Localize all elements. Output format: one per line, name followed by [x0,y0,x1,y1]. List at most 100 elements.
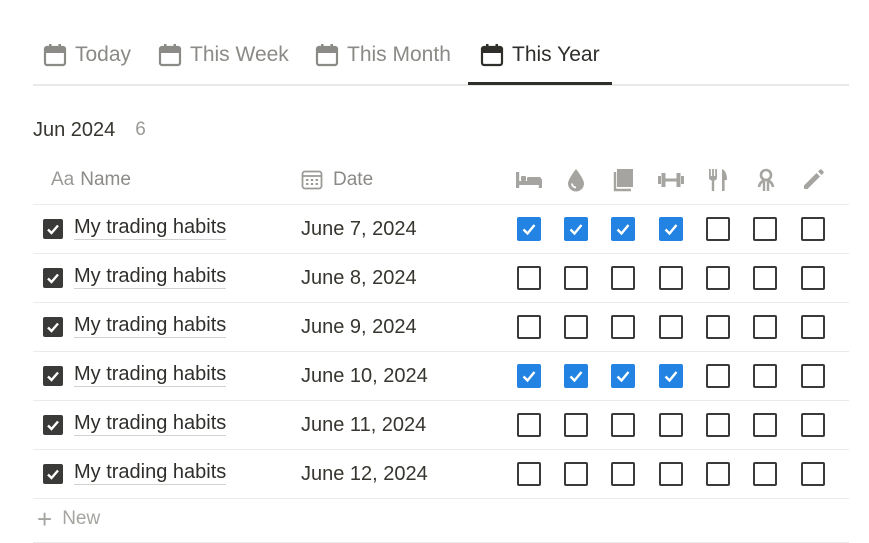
habit-checkbox-book[interactable] [611,413,635,437]
habit-checkbox-bed[interactable] [517,364,541,388]
tab-label: This Year [512,43,600,66]
table-row[interactable]: My trading habits June 11, 2024 [33,401,849,450]
habit-checkbox-pencil[interactable] [801,266,825,290]
habit-checkbox-meditation[interactable] [753,413,777,437]
habit-checkbox-dumbbell[interactable] [659,462,683,486]
meditation-icon[interactable] [753,168,779,192]
habit-checkbox-water-drop[interactable] [564,364,588,388]
column-header-name[interactable]: Aa Name [51,156,131,204]
calendar-icon [158,43,182,67]
row-date: June 10, 2024 [301,365,428,387]
habit-checkbox-book[interactable] [611,266,635,290]
habit-checkbox-meditation[interactable] [753,315,777,339]
tab-this-month[interactable]: This Month [315,28,451,82]
habit-checkbox-pencil[interactable] [801,315,825,339]
tab-label: Today [75,43,132,66]
calendar-icon [315,43,339,67]
page-checkbox-icon [43,366,63,386]
row-name-link[interactable]: My trading habits [74,313,227,338]
habit-checkbox-water-drop[interactable] [564,462,588,486]
text-property-icon: Aa [51,169,75,190]
habit-checkbox-dumbbell[interactable] [659,364,683,388]
table-row[interactable]: My trading habits June 9, 2024 [33,303,849,352]
plus-icon: + [37,504,53,534]
habit-checkbox-fork-knife[interactable] [706,462,730,486]
habit-checkbox-pencil[interactable] [801,364,825,388]
table-row[interactable]: My trading habits June 10, 2024 [33,352,849,401]
habit-checkbox-fork-knife[interactable] [706,217,730,241]
habit-checkbox-fork-knife[interactable] [706,315,730,339]
habit-checkbox-pencil[interactable] [801,462,825,486]
habit-checkbox-dumbbell[interactable] [659,413,683,437]
page-checkbox-icon [43,219,63,239]
tab-label: This Month [347,43,451,66]
row-name-link[interactable]: My trading habits [74,215,227,240]
habit-checkbox-meditation[interactable] [753,364,777,388]
row-date: June 9, 2024 [301,316,417,338]
row-date: June 7, 2024 [301,218,417,240]
table-header: Aa Name Date [33,156,849,205]
habit-checkbox-book[interactable] [611,217,635,241]
row-date: June 12, 2024 [301,463,428,485]
habit-checkbox-dumbbell[interactable] [659,266,683,290]
fork-knife-icon[interactable] [705,168,731,192]
view-tabs: Today This Week This Month This Year [33,28,849,86]
group-title: Jun 2024 [33,118,116,141]
pencil-icon[interactable] [800,168,826,192]
habit-checkbox-meditation[interactable] [753,266,777,290]
row-date: June 8, 2024 [301,267,417,289]
tab-label: This Week [190,43,289,66]
table-row[interactable]: My trading habits June 12, 2024 [33,450,849,499]
calendar-property-icon [301,169,323,191]
page-checkbox-icon [43,317,63,337]
habit-checkbox-book[interactable] [611,315,635,339]
row-name-link[interactable]: My trading habits [74,460,227,485]
group-header[interactable]: Jun 2024 6 [33,116,146,144]
calendar-icon [43,43,67,67]
page-checkbox-icon [43,464,63,484]
group-count: 6 [135,119,146,140]
tab-today[interactable]: Today [43,28,131,82]
row-name-link[interactable]: My trading habits [74,264,227,289]
habit-checkbox-dumbbell[interactable] [659,315,683,339]
habit-checkbox-pencil[interactable] [801,217,825,241]
habit-checkbox-dumbbell[interactable] [659,217,683,241]
calendar-icon [480,43,504,67]
column-name-label: Name [80,169,131,190]
dumbbell-icon[interactable] [658,168,684,192]
column-header-date[interactable]: Date [301,156,373,204]
table-body: My trading habits June 7, 2024 My trading … [33,205,849,499]
habit-checkbox-water-drop[interactable] [564,217,588,241]
page-checkbox-icon [43,415,63,435]
water-drop-icon[interactable] [563,168,589,192]
habit-checkbox-water-drop[interactable] [564,413,588,437]
row-name-link[interactable]: My trading habits [74,362,227,387]
page-checkbox-icon [43,268,63,288]
habit-checkbox-bed[interactable] [517,413,541,437]
new-row-label: New [62,508,101,529]
habit-checkbox-bed[interactable] [517,217,541,241]
table-row[interactable]: My trading habits June 8, 2024 [33,254,849,303]
habit-checkbox-bed[interactable] [517,462,541,486]
habit-checkbox-bed[interactable] [517,315,541,339]
habit-checkbox-book[interactable] [611,364,635,388]
habit-checkbox-book[interactable] [611,462,635,486]
row-name-link[interactable]: My trading habits [74,411,227,436]
habit-checkbox-fork-knife[interactable] [706,364,730,388]
tab-this-year[interactable]: This Year [468,28,612,85]
habit-checkbox-fork-knife[interactable] [706,266,730,290]
habit-checkbox-fork-knife[interactable] [706,413,730,437]
habit-checkbox-water-drop[interactable] [564,266,588,290]
new-row-button[interactable]: + New [33,496,849,543]
book-icon[interactable] [611,168,637,192]
habit-checkbox-meditation[interactable] [753,217,777,241]
row-date: June 11, 2024 [301,414,427,436]
habit-checkbox-meditation[interactable] [753,462,777,486]
habit-checkbox-bed[interactable] [517,266,541,290]
column-date-label: Date [333,169,374,190]
table-row[interactable]: My trading habits June 7, 2024 [33,205,849,254]
tab-this-week[interactable]: This Week [158,28,289,82]
habit-checkbox-water-drop[interactable] [564,315,588,339]
habit-checkbox-pencil[interactable] [801,413,825,437]
bed-icon[interactable] [516,168,542,192]
